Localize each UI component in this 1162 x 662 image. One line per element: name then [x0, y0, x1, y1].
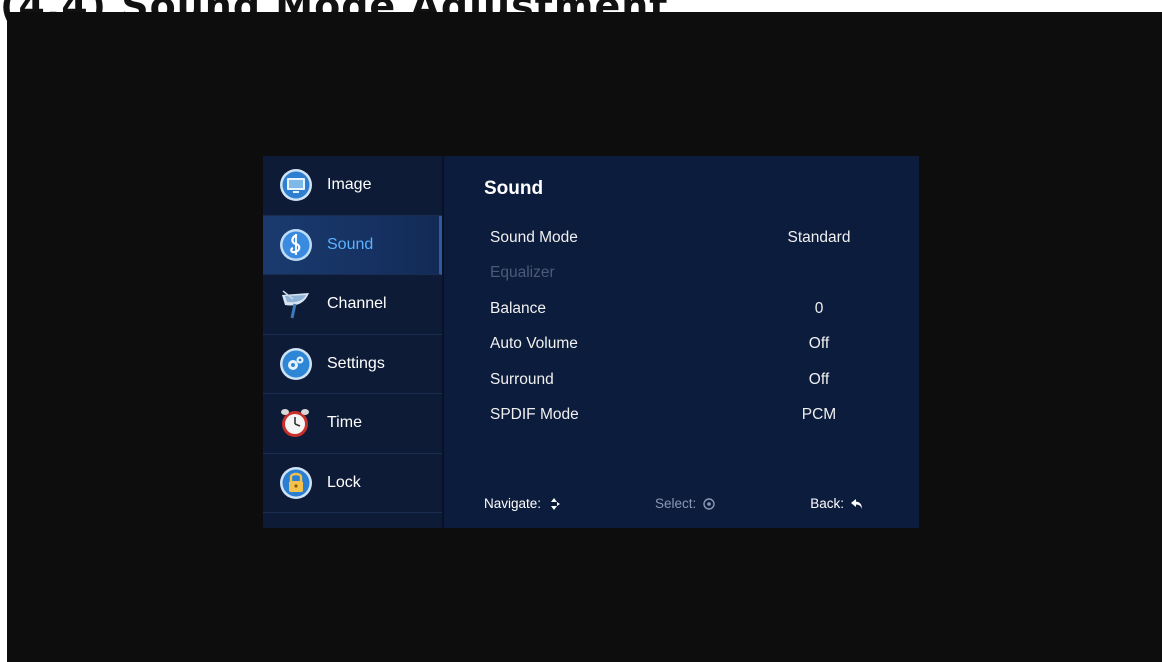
option-value: Off — [808, 335, 830, 353]
sidebar-item-label: Time — [327, 414, 362, 432]
option-label: Equalizer — [490, 264, 555, 282]
sidebar-item-sound[interactable]: Sound — [263, 215, 442, 275]
option-value: Standard — [787, 228, 851, 246]
back-hint: Back: — [810, 496, 864, 511]
sidebar-item-label: Image — [327, 176, 372, 194]
padlock-icon — [280, 466, 312, 499]
option-sound-mode[interactable]: Sound Mode Standard — [484, 220, 879, 256]
sidebar-item-lock[interactable]: Lock — [263, 454, 442, 513]
sidebar-item-label: Settings — [327, 354, 385, 372]
select-label: Select: — [655, 496, 697, 511]
option-value: Off — [808, 370, 830, 388]
option-auto-volume[interactable]: Auto Volume Off — [484, 327, 879, 363]
sidebar-item-label: Channel — [327, 295, 387, 313]
navigate-label: Navigate: — [484, 496, 542, 511]
content-pane: Sound Sound Mode Standard Equalizer Bala… — [444, 156, 919, 528]
option-balance[interactable]: Balance 0 — [484, 291, 879, 327]
option-surround[interactable]: Surround Off — [484, 362, 879, 398]
page-title: Sound — [484, 178, 544, 199]
sound-menu-panel: Image Sound Channel Settings Time Lock S… — [263, 156, 919, 528]
options-list: Sound Mode Standard Equalizer Balance 0 … — [484, 220, 879, 433]
sidebar-item-time[interactable]: Time — [263, 394, 442, 454]
sidebar: Image Sound Channel Settings Time Lock — [263, 156, 444, 528]
monitor-icon — [280, 169, 312, 202]
option-label: Sound Mode — [490, 228, 578, 246]
music-note-icon — [280, 228, 312, 261]
navigate-hint: Navigate: — [484, 496, 561, 511]
option-label: SPDIF Mode — [490, 406, 579, 424]
sidebar-item-settings[interactable]: Settings — [263, 335, 442, 394]
option-label: Auto Volume — [490, 335, 578, 353]
sidebar-item-label: Lock — [327, 473, 361, 491]
option-equalizer: Equalizer — [484, 256, 879, 292]
option-value: 0 — [814, 299, 824, 317]
back-arrow-icon — [851, 498, 862, 509]
ok-circle-icon — [703, 497, 715, 510]
sidebar-item-image[interactable]: Image — [263, 156, 442, 216]
satellite-dish-icon — [282, 290, 309, 319]
alarm-clock-icon — [281, 409, 309, 438]
navigate-arrows-icon — [551, 497, 561, 510]
option-label: Surround — [490, 370, 554, 388]
back-label: Back: — [810, 496, 844, 511]
option-spdif-mode[interactable]: SPDIF Mode PCM — [484, 398, 879, 434]
option-label: Balance — [490, 299, 547, 317]
gears-icon — [280, 347, 312, 380]
footer-hints: Navigate: Select: Back: — [484, 496, 864, 511]
option-value: PCM — [801, 406, 837, 424]
select-hint: Select: — [655, 496, 716, 511]
sidebar-item-label: Sound — [327, 235, 374, 253]
sidebar-item-channel[interactable]: Channel — [263, 275, 442, 335]
